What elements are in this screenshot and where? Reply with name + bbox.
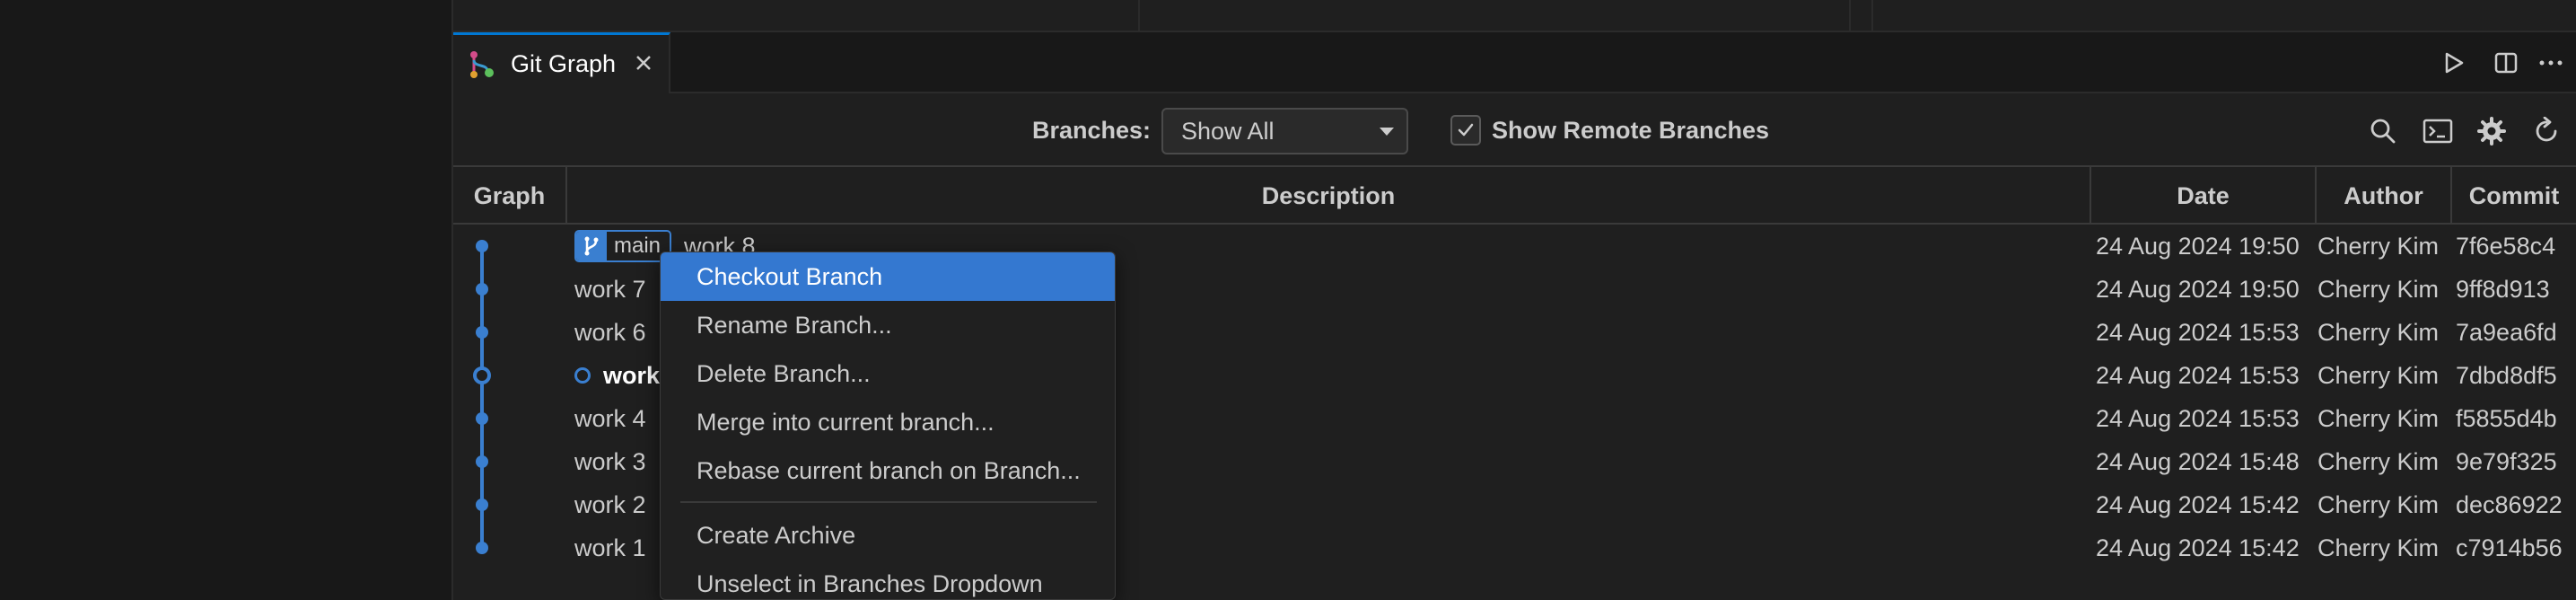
branch-icon [576, 232, 607, 260]
column-header-description[interactable]: Description [567, 167, 2090, 225]
menu-item-rebase-current[interactable]: Rebase current branch on Branch... [661, 446, 1115, 495]
terminal-icon[interactable] [2422, 115, 2454, 147]
menu-item-unselect-in-dropdown[interactable]: Unselect in Branches Dropdown [661, 560, 1115, 599]
column-header-author[interactable]: Author [2317, 167, 2450, 225]
column-header-commit[interactable]: Commit [2452, 167, 2576, 225]
commit-hash: 7f6e58c4 [2456, 233, 2556, 260]
menu-item-rename-branch[interactable]: Rename Branch... [661, 301, 1115, 349]
head-indicator-icon [574, 367, 591, 384]
checkmark-icon [1458, 123, 1474, 137]
commit-date: 24 Aug 2024 15:53 [2096, 362, 2300, 389]
commit-date: 24 Aug 2024 15:42 [2096, 534, 2300, 561]
commit-author: Cherry Kim [2318, 491, 2440, 518]
commit-author: Cherry Kim [2318, 405, 2440, 432]
menu-item-delete-branch[interactable]: Delete Branch... [661, 349, 1115, 398]
menu-item-merge-into-current[interactable]: Merge into current branch... [661, 398, 1115, 446]
more-actions-icon[interactable] [2536, 48, 2566, 78]
tab-label: Git Graph [511, 50, 617, 77]
commit-hash: f5855d4b [2456, 405, 2557, 432]
menu-separator [680, 501, 1097, 503]
branches-dropdown-value: Show All [1181, 118, 1275, 145]
git-graph-controls: Branches: Show All Show Remote Branches [453, 93, 2576, 167]
commit-description: work 6 [574, 319, 646, 346]
gear-icon[interactable] [2475, 115, 2508, 147]
commit-description: work 2 [574, 491, 646, 518]
close-icon[interactable] [629, 49, 658, 77]
commit-date: 24 Aug 2024 15:53 [2096, 319, 2300, 346]
branch-label-main[interactable]: main [574, 230, 672, 262]
sidebar-area [0, 0, 451, 600]
branches-dropdown[interactable]: Show All [1161, 108, 1408, 154]
split-editor-icon[interactable] [2491, 48, 2521, 78]
branch-context-menu: Checkout Branch Rename Branch... Delete … [660, 251, 1116, 600]
commit-description: work 4 [574, 405, 646, 432]
commit-author: Cherry Kim [2318, 362, 2440, 389]
branches-label: Branches: [1032, 117, 1152, 144]
show-remote-branches-label[interactable]: Show Remote Branches [1492, 117, 1769, 145]
refresh-icon[interactable] [2530, 115, 2563, 147]
commit-hash: c7914b56 [2456, 534, 2563, 561]
column-header-graph[interactable]: Graph [453, 167, 565, 225]
commit-author: Cherry Kim [2318, 276, 2440, 303]
tab-bar: Git Graph [453, 32, 2576, 93]
column-header-date[interactable]: Date [2091, 167, 2315, 225]
commit-hash: 7a9ea6fd [2456, 319, 2557, 346]
editor-split-divider[interactable] [1849, 0, 1851, 32]
editor-split-divider[interactable] [1138, 0, 1140, 32]
git-graph-icon [468, 49, 498, 80]
chevron-down-icon [1380, 128, 1394, 136]
menu-item-checkout-branch[interactable]: Checkout Branch [661, 252, 1115, 301]
commit-author: Cherry Kim [2318, 233, 2440, 260]
show-remote-branches-checkbox[interactable] [1450, 115, 1481, 146]
commit-description: work 3 [574, 448, 646, 475]
commit-hash: 9ff8d913 [2456, 276, 2550, 303]
commit-description: work 1 [574, 534, 646, 561]
tab-git-graph[interactable]: Git Graph [453, 32, 670, 93]
commit-author: Cherry Kim [2318, 319, 2440, 346]
commit-table-header: Graph Description Date Author Commit [453, 167, 2576, 225]
run-icon[interactable] [2439, 48, 2469, 78]
commit-date: 24 Aug 2024 19:50 [2096, 276, 2300, 303]
menu-item-create-archive[interactable]: Create Archive [661, 511, 1115, 560]
search-icon[interactable] [2367, 115, 2399, 147]
commit-date: 24 Aug 2024 15:42 [2096, 491, 2300, 518]
upper-editor-strip [453, 0, 2576, 32]
commit-hash: 9e79f325 [2456, 448, 2557, 475]
commit-date: 24 Aug 2024 15:53 [2096, 405, 2300, 432]
commit-hash: 7dbd8df5 [2456, 362, 2557, 389]
commit-date: 24 Aug 2024 15:48 [2096, 448, 2300, 475]
commit-author: Cherry Kim [2318, 448, 2440, 475]
commit-description: work 7 [574, 276, 646, 303]
commit-author: Cherry Kim [2318, 534, 2440, 561]
commit-hash: dec86922 [2456, 491, 2563, 518]
vscode-window: Git Graph Branches: Show All Show Remote… [0, 0, 2576, 600]
editor-split-divider[interactable] [1871, 0, 1873, 32]
commit-date: 24 Aug 2024 19:50 [2096, 233, 2300, 260]
